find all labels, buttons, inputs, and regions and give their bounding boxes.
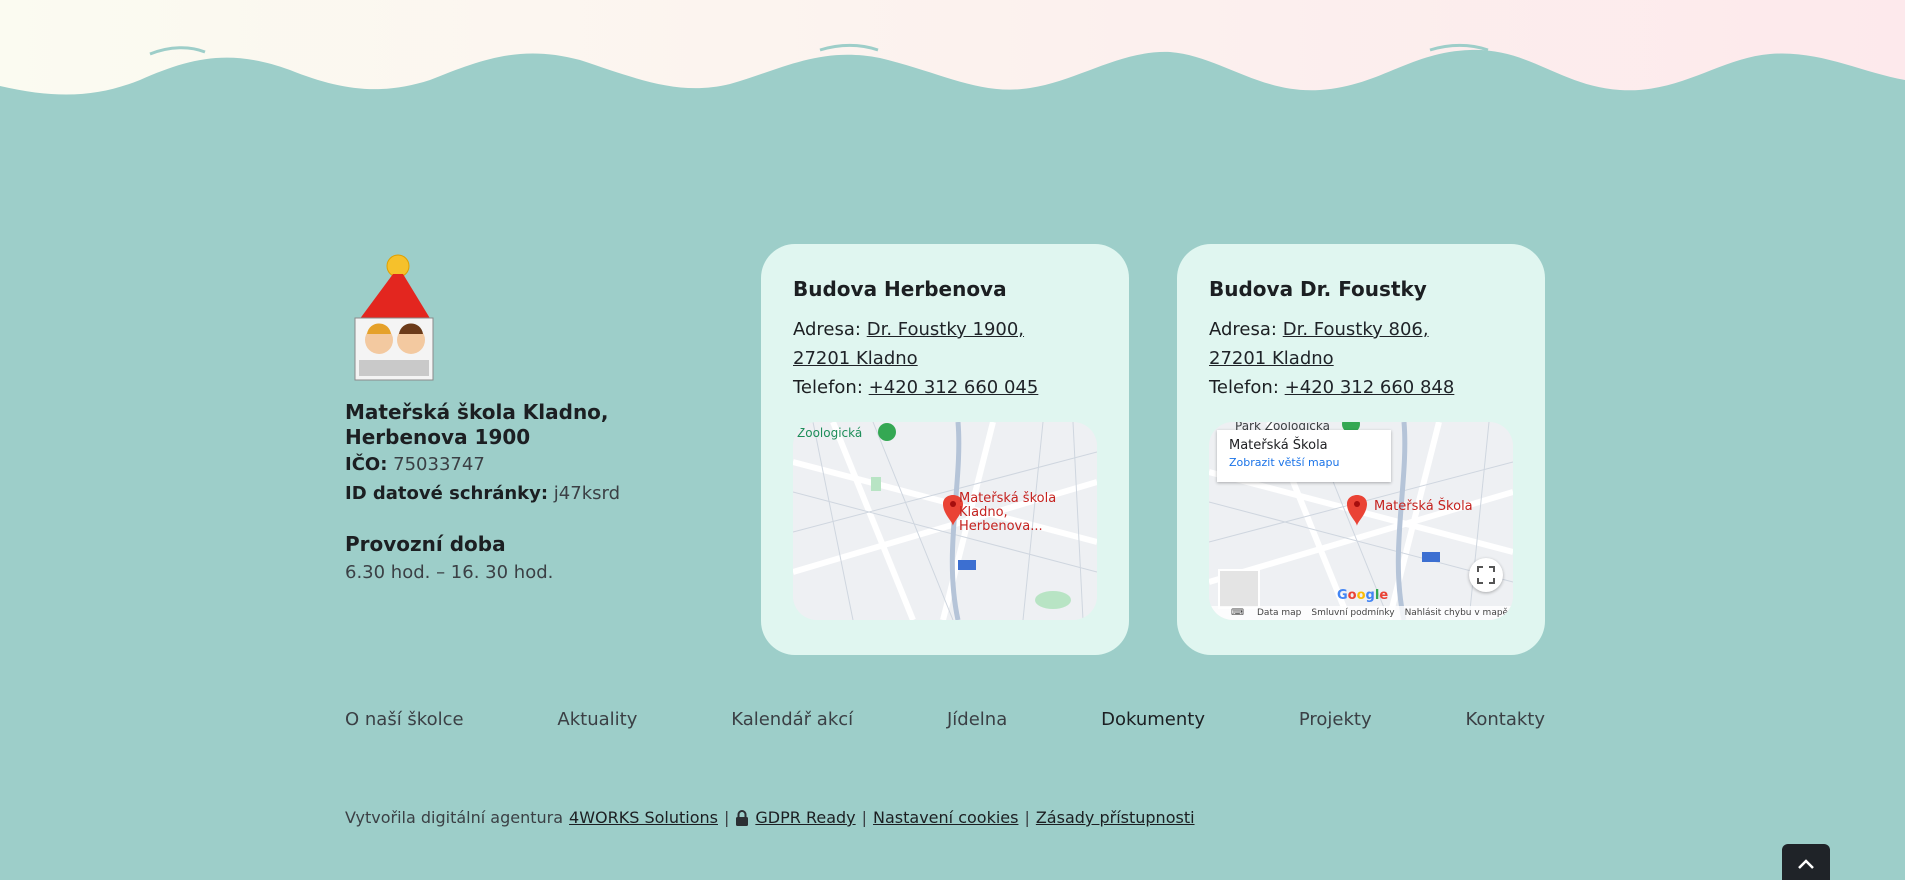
top-wave-decoration [0, 0, 1905, 120]
building-title: Budova Herbenova [793, 277, 1007, 301]
nav-item-o-nasi-skolce[interactable]: O naší školce [345, 709, 464, 730]
databox-label: ID datové schránky: [345, 483, 549, 504]
separator: | [861, 808, 868, 827]
nav-item-projekty[interactable]: Projekty [1299, 709, 1372, 730]
address-line: Adresa: Dr. Foustky 1900, [793, 315, 1097, 344]
nav-item-aktuality[interactable]: Aktuality [557, 709, 637, 730]
map-marker-label: Mateřská Škola [1374, 499, 1473, 514]
ico-label: IČO: [345, 454, 388, 475]
map-herbenova[interactable]: Zoologická Mateřská škola Kladno, Herben… [793, 422, 1097, 620]
map-larger-link[interactable]: Zobrazit větší mapu [1229, 456, 1379, 469]
databox-line: ID datové schránky: j47ksrd [345, 479, 665, 508]
credits-prefix: Vytvořila digitální agentura [345, 808, 564, 827]
address-link[interactable]: Dr. Foustky 1900, [867, 319, 1024, 340]
ico-line: IČO: 75033747 [345, 450, 665, 479]
ico-value: 75033747 [393, 454, 485, 475]
map-poi: Zoologická [797, 426, 862, 440]
building-card-foustky: Budova Dr. Foustky Adresa: Dr. Foustky 8… [1177, 244, 1545, 655]
accessibility-link[interactable]: Zásady přístupnosti [1036, 808, 1195, 827]
credits: Vytvořila digitální agentura 4WORKS Solu… [345, 808, 1195, 827]
map-footer: ⌨ Data map Smluvní podmínky Nahlásit chy… [1209, 606, 1513, 620]
hours-value: 6.30 hod. – 16. 30 hod. [345, 562, 554, 583]
building-title: Budova Dr. Foustky [1209, 277, 1427, 301]
address-link-2[interactable]: 27201 Kladno [1209, 348, 1334, 369]
school-logo [354, 254, 434, 381]
map-data-link[interactable]: Data map [1257, 608, 1301, 618]
address-label: Adresa: [793, 319, 861, 340]
databox-value: j47ksrd [553, 483, 621, 504]
separator: | [723, 808, 730, 827]
phone-line: Telefon: +420 312 660 045 [793, 373, 1097, 402]
nav-item-kalendar-akci[interactable]: Kalendář akcí [731, 709, 853, 730]
hours-title: Provozní doba [345, 532, 506, 556]
address-link-2[interactable]: 27201 Kladno [793, 348, 918, 369]
agency-link[interactable]: 4WORKS Solutions [569, 808, 718, 827]
phone-link[interactable]: +420 312 660 045 [869, 377, 1039, 398]
school-name: Mateřská škola Kladno, Herbenova 1900 [345, 400, 609, 449]
back-to-top-button[interactable] [1782, 844, 1830, 880]
google-logo: Google [1337, 588, 1389, 603]
building-card-herbenova: Budova Herbenova Adresa: Dr. Foustky 190… [761, 244, 1129, 655]
map-foustky[interactable]: Park Zoologická Mateřská Škola Mateřská … [1209, 422, 1513, 620]
nav-item-dokumenty[interactable]: Dokumenty [1101, 709, 1205, 730]
lock-icon [736, 809, 749, 826]
school-info: Mateřská škola Kladno, Herbenova 1900 IČ… [345, 248, 665, 583]
chevron-up-icon [1798, 859, 1814, 869]
phone-link[interactable]: +420 312 660 848 [1285, 377, 1455, 398]
address-line: Adresa: Dr. Foustky 806, [1209, 315, 1513, 344]
address-line-2: 27201 Kladno [793, 344, 1097, 373]
separator: | [1024, 808, 1030, 827]
phone-label: Telefon: [793, 377, 863, 398]
gdpr-link[interactable]: GDPR Ready [755, 808, 855, 827]
fullscreen-icon[interactable] [1469, 558, 1503, 592]
keyboard-icon[interactable]: ⌨ [1231, 608, 1244, 618]
nav-item-kontakty[interactable]: Kontakty [1465, 709, 1545, 730]
map-popup: Mateřská Škola Zobrazit větší mapu [1217, 430, 1391, 482]
nav-item-jidelna[interactable]: Jídelna [947, 709, 1007, 730]
map-report-link[interactable]: Nahlásit chybu v mapě [1405, 608, 1509, 618]
cookies-link[interactable]: Nastavení cookies [873, 808, 1018, 827]
address-label: Adresa: [1209, 319, 1277, 340]
map-popup-title: Mateřská Škola [1229, 438, 1328, 453]
phone-label: Telefon: [1209, 377, 1279, 398]
map-marker-label: Mateřská škola Kladno, Herbenova... [959, 491, 1057, 534]
phone-line: Telefon: +420 312 660 848 [1209, 373, 1513, 402]
footer-nav: O naší školce Aktuality Kalendář akcí Jí… [345, 709, 1545, 730]
address-link[interactable]: Dr. Foustky 806, [1283, 319, 1429, 340]
map-terms-link[interactable]: Smluvní podmínky [1311, 608, 1394, 618]
address-line-2: 27201 Kladno [1209, 344, 1513, 373]
